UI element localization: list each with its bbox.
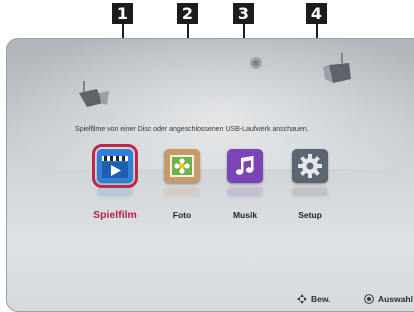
select-label: Auswahl [378,294,413,304]
callout-4: 4 [306,3,327,24]
clapperboard-icon [97,149,133,183]
enter-button-icon [364,294,374,304]
stage-lamp-icon [323,53,351,83]
select-hint: Auswahl [364,294,413,304]
photo-flower-icon [164,149,200,183]
stage-lamp-icon [250,57,262,69]
tv-screen: Spielfilme von einer Disc oder angeschlo… [6,38,414,312]
setup-tile[interactable] [292,149,328,183]
spielfilm-label: Spielfilm [93,209,137,221]
music-note-icon [227,149,263,183]
musik-reflection [227,187,263,197]
callout-3: 3 [233,3,254,24]
callout-2: 2 [177,3,198,24]
setup-reflection [292,187,328,197]
move-hint: Bew. [297,294,331,304]
musik-tile[interactable] [227,149,263,183]
spielfilm-tile[interactable] [92,144,138,188]
foto-tile[interactable] [164,149,200,183]
spielfilm-reflection [97,187,133,197]
stage-lamp-icon [79,81,109,107]
move-label: Bew. [311,294,331,304]
gear-icon [292,149,328,183]
musik-label: Musik [232,210,258,220]
foto-label: Foto [172,210,192,220]
arrow-keys-icon [297,294,307,304]
setup-label: Setup [298,210,322,220]
foto-reflection [164,187,200,197]
callout-1: 1 [112,3,133,24]
help-text: Spielfilme von einer Disc oder angeschlo… [75,124,309,133]
